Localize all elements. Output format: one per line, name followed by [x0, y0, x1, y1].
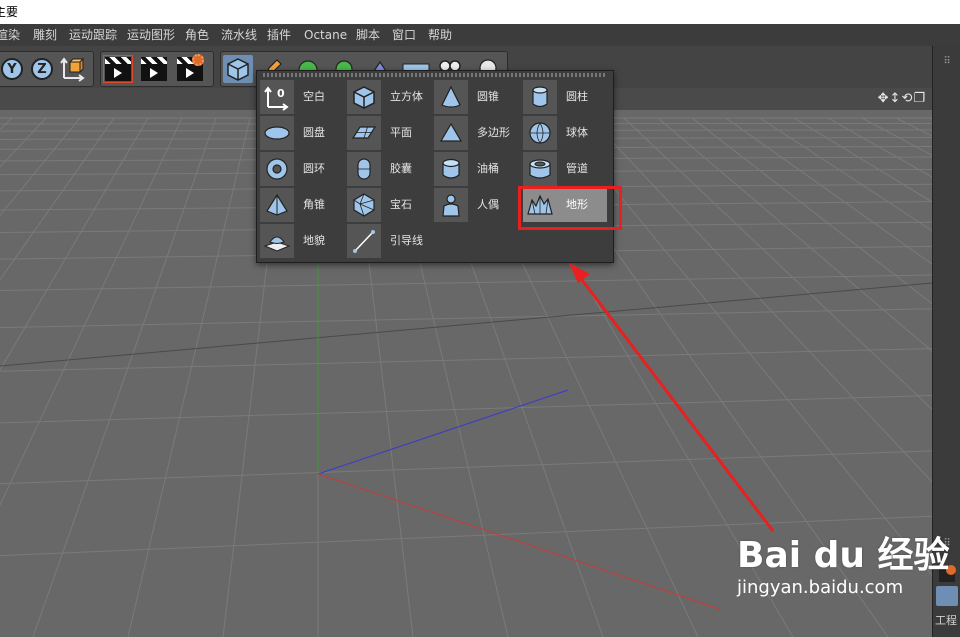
watermark-url: jingyan.baidu.com	[737, 577, 904, 598]
baidu-jingyan-watermark: Bai du 经验 jingyan.baidu.com	[737, 536, 950, 598]
watermark-brand: Bai du 经验	[737, 535, 950, 576]
